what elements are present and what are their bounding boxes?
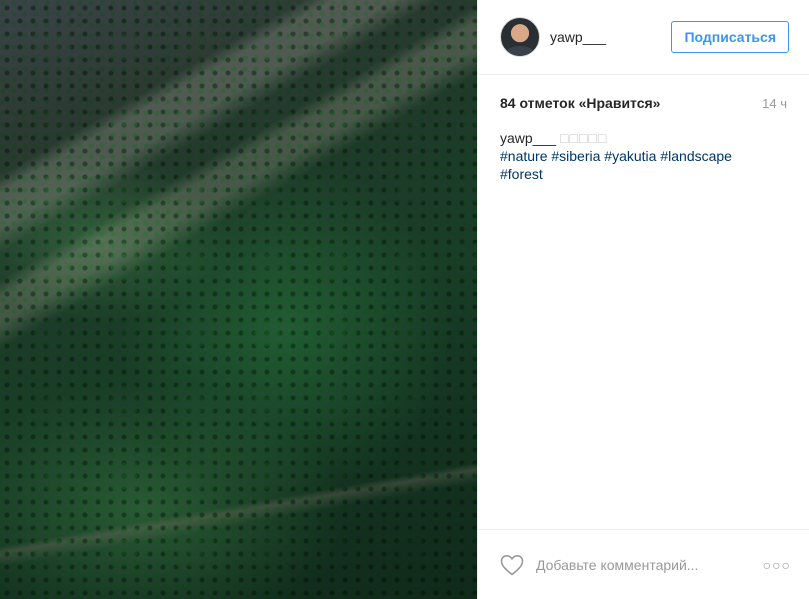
post-header: yawp___ Подписаться: [478, 0, 809, 75]
post-sidebar: yawp___ Подписаться 84 отметок «Нравится…: [477, 0, 809, 599]
instagram-post: yawp___ Подписаться 84 отметок «Нравится…: [0, 0, 809, 599]
hashtag-link[interactable]: #yakutia: [604, 148, 656, 164]
hashtag-link[interactable]: #forest: [500, 166, 543, 182]
post-caption: yawp___ □□□□□ #nature #siberia #yakutia #…: [478, 111, 809, 183]
caption-hashtags: #nature #siberia #yakutia #landscape #fo…: [500, 147, 787, 183]
likes-count[interactable]: 84 отметок «Нравится»: [500, 95, 660, 111]
hashtag-link[interactable]: #landscape: [660, 148, 732, 164]
hashtag-link[interactable]: #nature: [500, 148, 547, 164]
comment-bar: ○○○: [478, 529, 809, 599]
comment-input[interactable]: [534, 555, 763, 574]
post-meta: 84 отметок «Нравится» 14 ч: [478, 75, 809, 111]
heart-outline-icon[interactable]: [500, 554, 524, 576]
hashtag-link[interactable]: #siberia: [551, 148, 600, 164]
avatar[interactable]: [500, 17, 540, 57]
follow-button[interactable]: Подписаться: [671, 21, 789, 53]
more-options-icon[interactable]: ○○○: [763, 557, 791, 573]
caption-emoji: □□□□□: [560, 130, 608, 146]
post-photo[interactable]: [0, 0, 477, 599]
author-username[interactable]: yawp___: [550, 29, 671, 45]
post-time[interactable]: 14 ч: [762, 96, 787, 111]
caption-username[interactable]: yawp___: [500, 130, 556, 146]
